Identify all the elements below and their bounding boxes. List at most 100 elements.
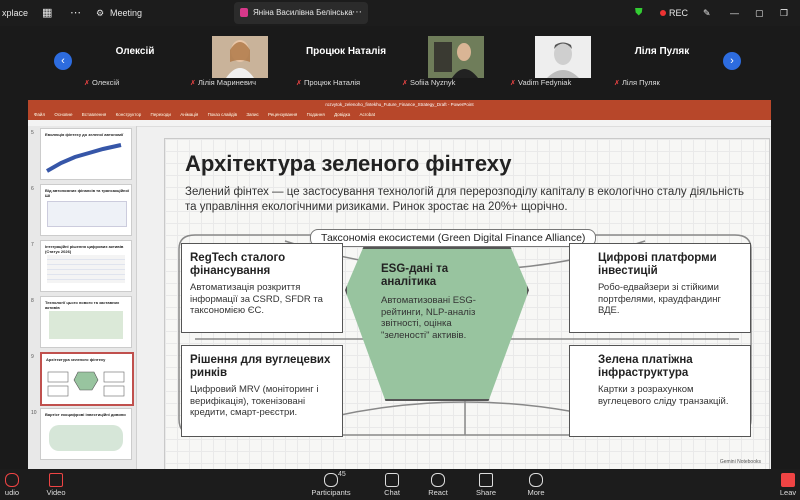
video-off-icon bbox=[49, 473, 63, 487]
meeting-toolbar: udio Video Participants 45 Chat React Sh… bbox=[0, 469, 800, 500]
heart-icon bbox=[431, 473, 445, 487]
card-platforms: Цифрові платформи інвестицій Робо-едвайз… bbox=[569, 243, 751, 333]
leave-label: Leav bbox=[779, 488, 797, 497]
leave-icon bbox=[781, 473, 795, 487]
avatar bbox=[212, 36, 268, 78]
screen-share-tab[interactable]: Яніна Василівна Белінська's scr ⋯ bbox=[234, 2, 368, 24]
tab-more-icon[interactable]: ⋯ bbox=[352, 2, 362, 24]
leave-button[interactable]: Leav bbox=[776, 469, 800, 500]
avatar bbox=[428, 36, 484, 78]
people-icon bbox=[324, 473, 338, 487]
gallery-next-button[interactable]: › bbox=[723, 52, 741, 70]
card-regtech: RegTech сталого фінансування Автоматизац… bbox=[181, 243, 343, 333]
mic-off-icon: ✗ bbox=[510, 80, 516, 87]
thumb-graphic bbox=[46, 143, 122, 173]
react-button[interactable]: React bbox=[424, 469, 452, 500]
mic-off-icon: ✗ bbox=[402, 80, 408, 87]
meeting-icon: ⚙ bbox=[96, 8, 105, 18]
tile-label-lilia: ✗ Ліля Пуляк bbox=[614, 78, 660, 87]
menu-item[interactable]: Запис bbox=[246, 112, 258, 117]
taxonomy-pill: Таксономія екосистеми (Green Digital Fin… bbox=[310, 229, 597, 247]
tile-photo-vadim[interactable] bbox=[535, 36, 591, 78]
menu-item[interactable]: Показ слайдів bbox=[208, 112, 237, 117]
mic-off-icon: ✗ bbox=[84, 80, 90, 87]
more-label: More bbox=[527, 488, 545, 497]
participants-button[interactable]: Participants bbox=[306, 469, 356, 500]
share-label: Share bbox=[475, 488, 496, 497]
audio-button[interactable]: udio bbox=[0, 469, 24, 500]
mic-off-icon: ✗ bbox=[190, 80, 196, 87]
card-payments: Зелена платіжна інфраструктура Картки з … bbox=[569, 345, 751, 437]
tab-title: Яніна Василівна Белінська's scr bbox=[253, 8, 353, 17]
tile-photo-sofiia[interactable] bbox=[428, 36, 484, 78]
slide-thumbnail[interactable]: Вартіст екоцифрові інвестиційні дивини bbox=[40, 408, 132, 460]
thumb-number: 7 bbox=[31, 242, 34, 248]
chat-icon bbox=[385, 473, 399, 487]
menu-item[interactable]: Вставлення bbox=[82, 112, 107, 117]
tile-label-vadim: ✗ Vadim Fedyniak bbox=[510, 78, 572, 87]
slide-thumbnail[interactable]: Технології цього нового та заставних акт… bbox=[40, 296, 132, 348]
gallery-prev-button[interactable]: ‹ bbox=[54, 52, 72, 70]
maximize-icon[interactable]: ▢ bbox=[755, 0, 764, 26]
menu-item[interactable]: Рецензування bbox=[268, 112, 297, 117]
slide-thumbnails: 5 Еволюція фінтеху до зеленої автономії … bbox=[28, 126, 137, 469]
thumb-graphic bbox=[49, 311, 123, 339]
tile-photo-liliia[interactable] bbox=[212, 36, 268, 78]
restore-icon[interactable]: ❐ bbox=[780, 0, 788, 26]
react-label: React bbox=[428, 488, 448, 497]
tile-label-natalia: ✗ Процюк Наталія bbox=[296, 78, 361, 87]
share-icon bbox=[479, 473, 493, 487]
chat-label: Chat bbox=[384, 488, 400, 497]
menu-item[interactable]: Конструктор bbox=[116, 112, 142, 117]
participants-count: 45 bbox=[338, 471, 346, 478]
more-icon[interactable]: ⋯ bbox=[70, 0, 81, 26]
more-button[interactable]: More bbox=[522, 469, 550, 500]
card-text: Автоматизація розкриття інформації за CS… bbox=[190, 282, 323, 316]
card-text: Картки з розрахунком вуглецевого сліду т… bbox=[598, 384, 729, 407]
menu-item[interactable]: Анімація bbox=[180, 112, 198, 117]
ppt-title-bar: rozvytok_zelenoho_fintekhu_Future_Financ… bbox=[28, 100, 771, 110]
tile-name-natalia: Процюк Наталія bbox=[305, 46, 387, 57]
card-title: ESG-дані та аналітика bbox=[381, 263, 449, 288]
menu-item[interactable]: Основне bbox=[54, 112, 72, 117]
thumb-graphic bbox=[47, 201, 127, 227]
menu-item[interactable]: Acrobat bbox=[360, 112, 376, 117]
slide-thumbnail[interactable]: Інтеграційні рішення цифрових активів (С… bbox=[40, 240, 132, 292]
rec-label: REC bbox=[669, 8, 689, 18]
meeting-label[interactable]: Meeting bbox=[110, 0, 142, 26]
share-button[interactable]: Share bbox=[472, 469, 500, 500]
thumb-graphic bbox=[49, 425, 123, 451]
main-slide: Архітектура зеленого фінтеху Зелений фін… bbox=[164, 138, 770, 470]
thumb-graphic bbox=[47, 255, 125, 283]
participants-label: Participants bbox=[311, 488, 351, 497]
thumb-title: Вартіст екоцифрові інвестиційні дивини bbox=[45, 412, 126, 417]
thumb-graphic bbox=[47, 371, 125, 397]
video-label: Video bbox=[46, 488, 66, 497]
mic-off-icon: ✗ bbox=[614, 80, 620, 87]
gemini-watermark: Gemini Notebooks bbox=[719, 459, 761, 465]
card-title: RegTech сталого фінансування bbox=[190, 252, 286, 277]
pen-icon[interactable]: ✎ bbox=[703, 0, 711, 26]
chat-button[interactable]: Chat bbox=[378, 469, 406, 500]
participant-gallery: ‹ › Олексій ✗ Олексій ✗ Лілія Мариневич Пр… bbox=[0, 26, 800, 94]
tile-label-liliia: ✗ Лілія Мариневич bbox=[190, 78, 257, 87]
menu-item[interactable]: Переходи bbox=[151, 112, 171, 117]
menu-item[interactable]: Файл bbox=[34, 112, 45, 117]
rec-indicator[interactable]: REC bbox=[660, 0, 688, 26]
slide-thumbnail-selected[interactable]: Архітектура зеленого фінтеху bbox=[40, 352, 134, 406]
mic-off-icon bbox=[5, 473, 19, 487]
menu-item[interactable]: Подання bbox=[307, 112, 325, 117]
shield-icon: ⛊ bbox=[635, 7, 643, 18]
thumb-number: 10 bbox=[31, 410, 37, 416]
tile-label-sofiia: ✗ Sofiia Nyznyk bbox=[402, 78, 456, 87]
menu-item[interactable]: Довідка bbox=[334, 112, 350, 117]
slide-thumbnail[interactable]: Еволюція фінтеху до зеленої автономії bbox=[40, 128, 132, 180]
audio-label: udio bbox=[4, 488, 20, 497]
minimize-icon[interactable]: — bbox=[730, 0, 739, 26]
slide-title: Архітектура зеленого фінтеху bbox=[185, 151, 512, 176]
grid-icon[interactable]: ▦ bbox=[42, 0, 52, 26]
slide-subtitle: Зелений фінтех — це застосування техноло… bbox=[185, 186, 744, 213]
slide-thumbnail[interactable]: Від автономних фінансів та трансакційної… bbox=[40, 184, 132, 236]
video-button[interactable]: Video bbox=[42, 469, 70, 500]
card-text: Автоматизовані ESG-рейтинги, NLP-аналіз … bbox=[381, 295, 476, 341]
